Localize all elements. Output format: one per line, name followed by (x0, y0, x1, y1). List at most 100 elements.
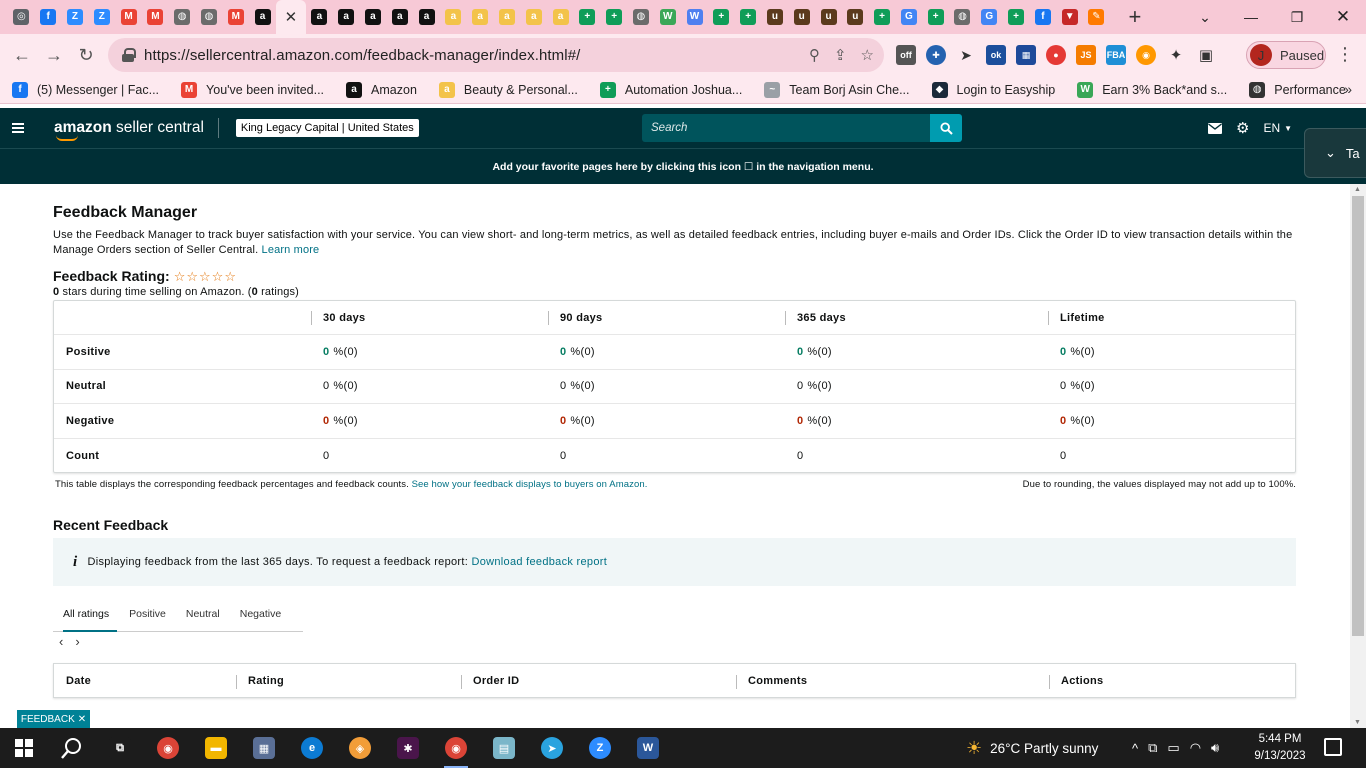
battery-icon[interactable]: ▭ (1167, 740, 1179, 756)
browser-tab[interactable]: + (574, 0, 601, 34)
browser-tab[interactable]: + (708, 0, 735, 34)
extensions-puzzle-icon[interactable]: ✦ (1166, 45, 1186, 65)
minimize-button[interactable]: — (1228, 0, 1274, 34)
browser-tab[interactable]: u (762, 0, 789, 34)
page-scrollbar[interactable]: ▲ ▼ (1350, 184, 1366, 728)
extension-js-icon[interactable]: JS (1076, 45, 1096, 65)
column-header-actions[interactable]: Actions (1049, 664, 1295, 697)
browser-tab[interactable]: Z (62, 0, 89, 34)
chrome-profile-icon[interactable]: ◉ (432, 728, 480, 768)
url-text[interactable]: https://sellercentral.amazon.com/feedbac… (144, 47, 580, 64)
browser-tab[interactable]: a (249, 0, 276, 34)
windows-start-icon[interactable] (0, 728, 48, 768)
taskbar-clock[interactable]: 5:44 PM 9/13/2023 (1252, 731, 1308, 765)
column-header-date[interactable]: Date (54, 664, 236, 697)
close-icon[interactable]: ✕ (78, 714, 86, 725)
extension-off-icon[interactable]: off (896, 45, 916, 65)
browser-tab[interactable]: ◍ (196, 0, 223, 34)
weather-widget[interactable]: ☀ 26°C Partly sunny (966, 728, 1098, 768)
zoom-magnifier-icon[interactable]: ⚲ (809, 46, 820, 64)
extension-gear-icon[interactable]: ✚ (926, 45, 946, 65)
scrollbar-thumb[interactable] (1352, 196, 1364, 636)
browser-tab[interactable]: u (815, 0, 842, 34)
more-menu-icon[interactable]: ⋮ (1336, 44, 1354, 65)
chevron-right-icon[interactable]: › (75, 634, 79, 649)
column-header-comments[interactable]: Comments (736, 664, 1049, 697)
column-header-order-id[interactable]: Order ID (461, 664, 736, 697)
search-button[interactable] (930, 114, 962, 142)
edge-icon[interactable]: e (288, 728, 336, 768)
browser-tab[interactable]: ◎ (8, 0, 35, 34)
bookmark-item[interactable]: M You've been invited... (181, 81, 324, 98)
browser-tab[interactable]: a (520, 0, 547, 34)
task-view-icon[interactable]: ⧉ (96, 728, 144, 768)
slack-icon[interactable]: ✱ (384, 728, 432, 768)
extension-ok-icon[interactable]: ok (986, 45, 1006, 65)
tray-meet-icon[interactable]: ⧉ (1148, 740, 1157, 756)
notes-icon[interactable]: ▤ (480, 728, 528, 768)
scroll-down-icon[interactable]: ▼ (1354, 719, 1361, 726)
browser-tab[interactable]: u (842, 0, 869, 34)
forward-arrow-icon[interactable]: → (38, 39, 70, 71)
tab-all-ratings[interactable]: All ratings (53, 596, 119, 632)
browser-tab[interactable]: + (735, 0, 762, 34)
word-icon[interactable]: W (624, 728, 672, 768)
browser-tab[interactable]: ◍ (169, 0, 196, 34)
browser-tab[interactable]: ▼ (1056, 0, 1083, 34)
browser-tab[interactable]: u (788, 0, 815, 34)
browser-tab[interactable]: ◍ (949, 0, 976, 34)
side-panel-icon[interactable]: ▣ (1196, 45, 1216, 65)
browser-tab[interactable]: G (976, 0, 1003, 34)
browser-tab[interactable]: + (869, 0, 896, 34)
volume-icon[interactable]: 🔊︎ (1211, 740, 1219, 756)
profile-button[interactable]: J Paused (1246, 41, 1326, 69)
browser-tab[interactable]: ✕ (275, 0, 306, 34)
restore-button[interactable]: ❐ (1274, 0, 1320, 34)
browser-tab[interactable]: a (467, 0, 494, 34)
taskbar-search-icon[interactable] (48, 728, 96, 768)
tray-chevron-up-icon[interactable]: ^ (1132, 741, 1138, 756)
close-tab-icon[interactable]: ✕ (285, 8, 298, 26)
browser-tab[interactable]: W (654, 0, 681, 34)
browser-tab[interactable]: f (1029, 0, 1056, 34)
settings-gear-icon[interactable]: ⚙ (1236, 119, 1249, 137)
browser-tab[interactable]: W (681, 0, 708, 34)
bookmark-item[interactable]: ◍ Performance (1249, 81, 1346, 98)
new-tab-button[interactable]: + (1118, 0, 1152, 34)
browser-tab[interactable]: a (360, 0, 387, 34)
browser-tab[interactable]: a (333, 0, 360, 34)
extension-orange-icon[interactable]: ◉ (1136, 45, 1156, 65)
download-report-link[interactable]: Download feedback report (471, 556, 607, 568)
notifications-icon[interactable] (1324, 738, 1342, 756)
search-input[interactable] (642, 114, 930, 142)
bookmark-item[interactable]: + Automation Joshua... (599, 81, 742, 98)
tab-search-chevron-icon[interactable]: ⌄ (1182, 0, 1228, 34)
extension-pokeball-icon[interactable]: ● (1046, 45, 1066, 65)
file-explorer-icon[interactable]: ▬ (192, 728, 240, 768)
seller-central-logo[interactable]: amazon seller central (54, 119, 204, 141)
reload-icon[interactable]: ↻ (70, 39, 102, 71)
tab-neutral[interactable]: Neutral (176, 596, 230, 632)
mail-icon[interactable] (1208, 122, 1222, 134)
bookmark-item[interactable]: ◆ Login to Easyship (931, 81, 1055, 98)
address-bar[interactable]: https://sellercentral.amazon.com/feedbac… (108, 38, 884, 72)
learn-more-link[interactable]: Learn more (262, 244, 320, 256)
lock-icon[interactable] (122, 48, 136, 62)
bookmarks-overflow-icon[interactable]: » (1344, 81, 1352, 97)
tab-negative[interactable]: Negative (230, 596, 291, 632)
chevron-left-icon[interactable]: ‹ (59, 634, 63, 649)
chrome-icon[interactable]: ◉ (144, 728, 192, 768)
extension-arrow-icon[interactable]: ➤ (956, 45, 976, 65)
bookmark-item[interactable]: f (5) Messenger | Fac... (12, 81, 159, 98)
language-selector[interactable]: EN ▼ (1263, 121, 1292, 135)
tab-positive[interactable]: Positive (119, 596, 176, 632)
browser-tab[interactable]: f (35, 0, 62, 34)
browser-tab[interactable]: M (115, 0, 142, 34)
browser-tab[interactable]: ✎ (1083, 0, 1110, 34)
column-header-rating[interactable]: Rating (236, 664, 461, 697)
browser-tab[interactable]: + (1003, 0, 1030, 34)
zoom-icon[interactable]: Z (576, 728, 624, 768)
bookmark-item[interactable]: a Amazon (346, 81, 417, 98)
hamburger-menu-icon[interactable] (12, 121, 24, 135)
bookmark-item[interactable]: a Beauty & Personal... (438, 81, 578, 98)
